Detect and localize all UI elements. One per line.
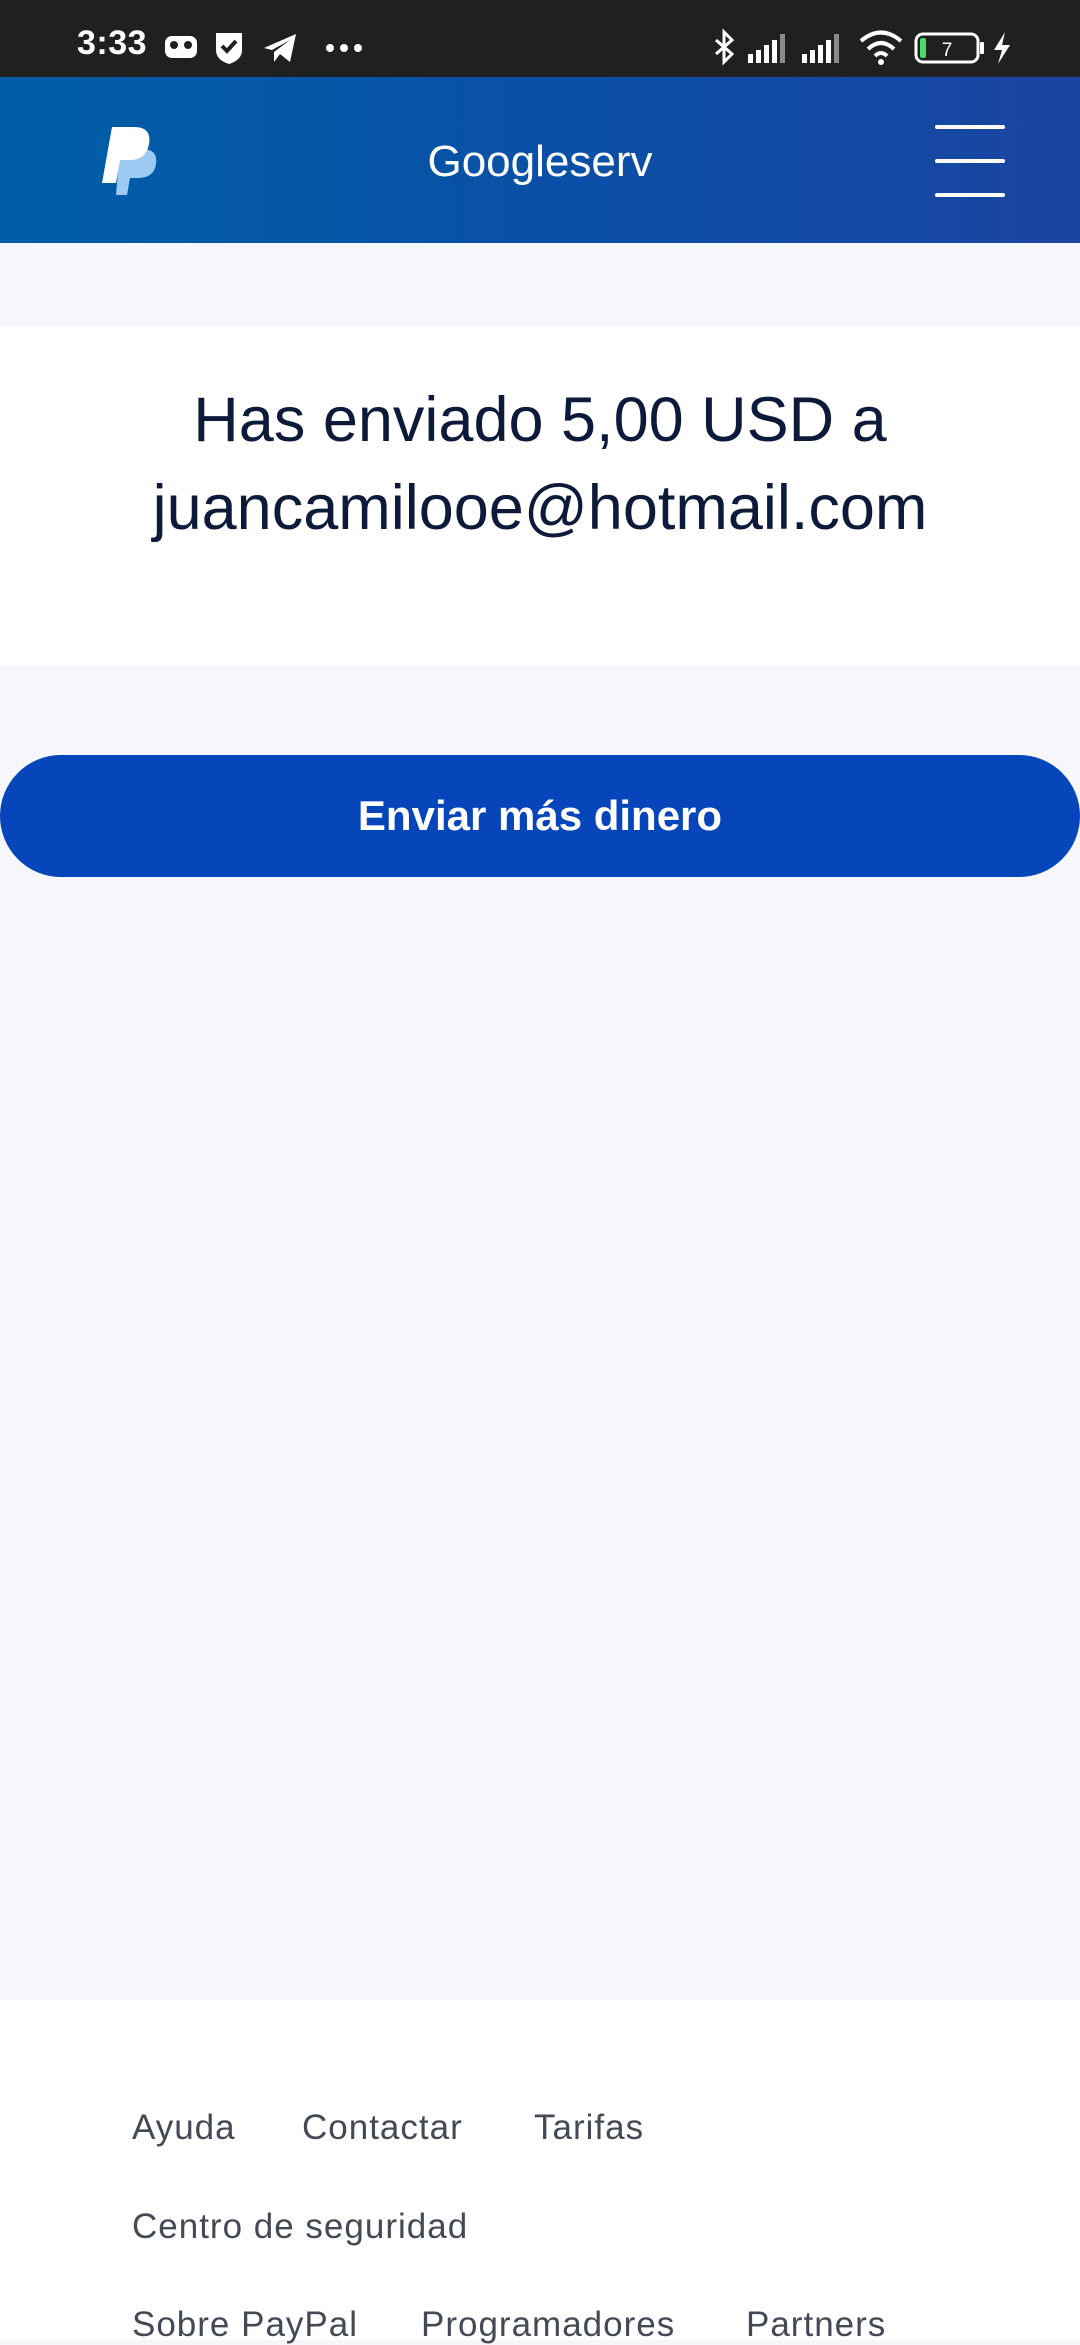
more-dots-icon bbox=[326, 44, 362, 52]
game-controller-icon bbox=[165, 36, 197, 58]
footer-link-partners[interactable]: Partners bbox=[746, 2305, 886, 2345]
confirmation-card: Has enviado 5,00 USD a juancamilooe@hotm… bbox=[0, 326, 1080, 666]
footer-link-contactar[interactable]: Contactar bbox=[302, 2108, 463, 2148]
send-more-money-button[interactable]: Enviar más dinero bbox=[0, 755, 1080, 877]
footer-link-centro-de-seguridad[interactable]: Centro de seguridad bbox=[132, 2207, 468, 2247]
telegram-icon bbox=[264, 34, 296, 62]
confirmation-recipient: juancamilooe@hotmail.com bbox=[152, 473, 928, 543]
status-time: 3:33 bbox=[77, 24, 148, 62]
signal-icon bbox=[748, 34, 785, 63]
confirmation-amount: Has enviado 5,00 USD a bbox=[193, 385, 887, 455]
signal-icon bbox=[802, 34, 839, 63]
shield-check-icon bbox=[216, 33, 242, 64]
footer-link-programadores[interactable]: Programadores bbox=[421, 2305, 675, 2345]
footer-link-ayuda[interactable]: Ayuda bbox=[132, 2108, 236, 2148]
footer-link-sobre-paypal[interactable]: Sobre PayPal bbox=[132, 2305, 358, 2345]
status-bar: 3:33 7 bbox=[0, 0, 1080, 77]
charging-icon bbox=[994, 32, 1010, 64]
footer: Ayuda Contactar Tarifas Centro de seguri… bbox=[0, 2000, 1080, 2344]
battery-icon: 7 bbox=[914, 32, 984, 64]
header-title: Googleserv bbox=[427, 137, 653, 186]
bluetooth-icon bbox=[715, 28, 735, 66]
wifi-icon bbox=[859, 30, 903, 65]
app-header: Googleserv bbox=[0, 77, 1080, 243]
footer-link-tarifas[interactable]: Tarifas bbox=[534, 2108, 644, 2148]
battery-level: 7 bbox=[942, 40, 953, 61]
hamburger-menu-icon[interactable] bbox=[930, 121, 1010, 201]
